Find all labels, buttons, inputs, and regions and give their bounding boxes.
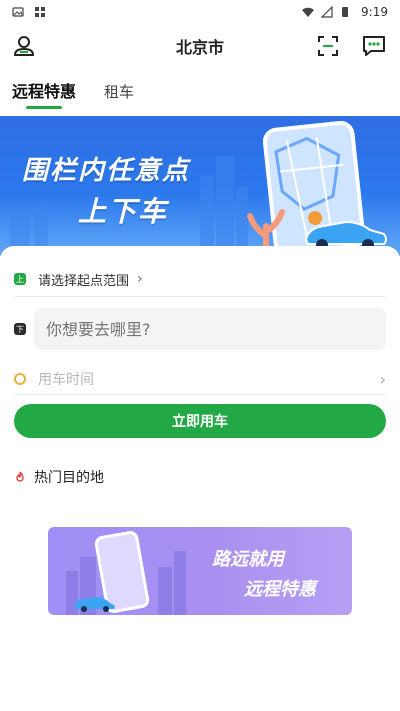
use-car-button[interactable]: 立即用车 <box>14 404 386 438</box>
city-title[interactable]: 北京市 <box>176 34 224 58</box>
promo-line-2: 远程特惠 <box>244 579 316 600</box>
promo-banner[interactable]: 围栏内任意点 上下车 <box>0 116 400 256</box>
scan-icon <box>318 36 338 56</box>
message-icon <box>363 36 385 56</box>
status-time: 9:19 <box>361 5 388 19</box>
promo-line-1: 路远就用 <box>212 549 284 570</box>
tab-rent-car[interactable]: 租车 <box>104 81 134 112</box>
start-range-selector[interactable]: 上 请选择起点范围 › <box>14 268 386 290</box>
chevron-right-icon: › <box>137 271 143 287</box>
grid-icon <box>34 6 46 18</box>
divider <box>14 394 386 395</box>
user-icon <box>13 36 35 56</box>
time-label: 用车时间 <box>38 372 94 388</box>
fire-icon <box>16 471 24 482</box>
divider <box>14 296 386 297</box>
tab-remote-deal[interactable]: 远程特惠 <box>12 78 76 112</box>
tab-bar: 远程特惠 租车 <box>0 78 400 112</box>
hot-destinations[interactable]: 热门目的地 <box>14 467 104 487</box>
clock-icon <box>14 373 26 385</box>
banner-headline-2: 上下车 <box>78 195 169 228</box>
start-badge: 上 <box>14 273 26 285</box>
destination-field[interactable] <box>34 308 386 350</box>
chevron-right-icon: › <box>379 369 386 389</box>
promo-card[interactable]: 路远就用 远程特惠 <box>48 527 352 615</box>
hot-destinations-label: 热门目的地 <box>34 470 104 486</box>
destination-input[interactable] <box>46 319 374 339</box>
dest-badge: 下 <box>14 323 26 335</box>
battery-icon <box>341 6 353 18</box>
time-selector[interactable]: 用车时间 › <box>14 368 386 390</box>
app-bar: 北京市 <box>0 24 400 68</box>
start-range-label: 请选择起点范围 <box>38 273 130 289</box>
promo-car-illustration <box>74 597 115 612</box>
banner-headline-1: 围栏内任意点 <box>22 156 191 186</box>
signal-icon <box>320 5 333 18</box>
image-icon <box>12 6 24 18</box>
scan-button[interactable] <box>314 32 342 60</box>
user-button[interactable] <box>10 32 38 60</box>
wifi-icon <box>301 6 315 18</box>
status-bar: 9:19 <box>0 0 400 24</box>
message-button[interactable] <box>360 32 388 60</box>
